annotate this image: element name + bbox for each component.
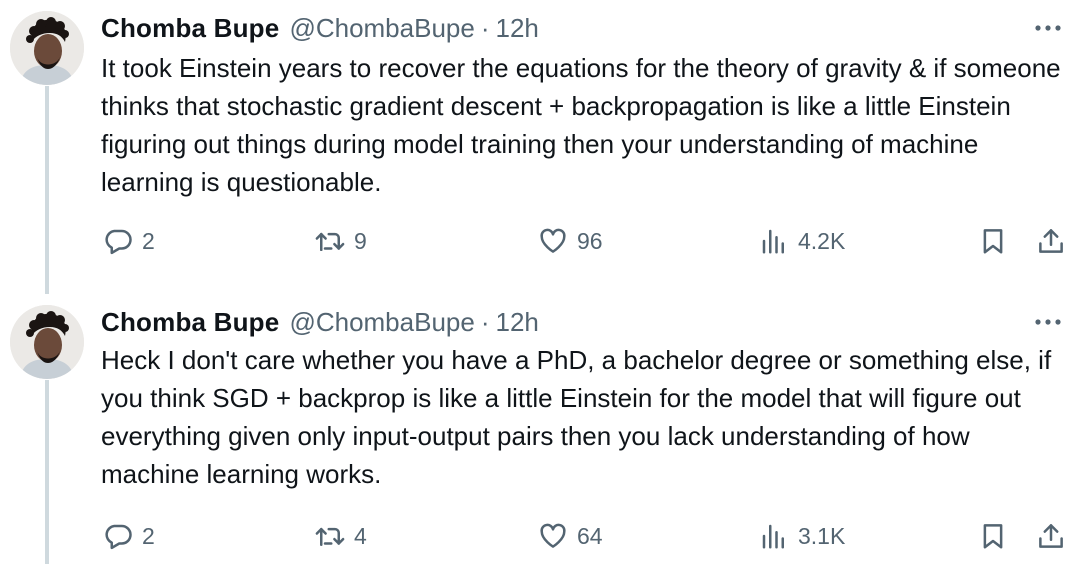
retweet-count: 4 — [354, 522, 367, 549]
more-button[interactable] — [1028, 12, 1068, 44]
timestamp[interactable]: 12h — [496, 307, 539, 338]
separator-dot: · — [480, 12, 490, 43]
more-button[interactable] — [1028, 306, 1068, 338]
author-handle[interactable]: @ChombaBupe — [289, 307, 474, 338]
avatar-image — [10, 11, 84, 85]
reply-button[interactable]: 2 — [103, 519, 155, 553]
share-button[interactable] — [1036, 519, 1066, 553]
share-upload-icon — [1039, 229, 1063, 253]
retweet-icon — [315, 232, 345, 251]
bookmark-icon — [983, 524, 1003, 549]
separator-dot: · — [480, 306, 490, 337]
views-button[interactable]: 4.2K — [759, 224, 845, 258]
avatar-image — [10, 305, 84, 379]
author-name[interactable]: Chomba Bupe — [101, 307, 279, 338]
reply-count: 2 — [142, 522, 155, 549]
like-count: 96 — [577, 227, 603, 254]
share-upload-icon — [1039, 524, 1063, 548]
heart-icon — [540, 523, 566, 548]
tweet[interactable]: Chomba Bupe @ChombaBupe · 12h Heck I don… — [0, 294, 1080, 564]
reply-button[interactable]: 2 — [103, 224, 155, 258]
tweet[interactable]: Chomba Bupe @ChombaBupe · 12h It took Ei… — [0, 0, 1080, 294]
view-count: 4.2K — [798, 227, 846, 254]
retweet-count: 9 — [354, 227, 367, 254]
author-name[interactable]: Chomba Bupe — [101, 13, 279, 44]
tweet-header: Chomba Bupe @ChombaBupe · 12h — [101, 305, 539, 339]
reply-count: 2 — [142, 227, 155, 254]
views-button[interactable]: 3.1K — [759, 519, 845, 553]
bookmark-button[interactable] — [978, 224, 1008, 258]
retweet-button[interactable]: 4 — [315, 519, 367, 553]
author-handle[interactable]: @ChombaBupe — [289, 13, 474, 44]
tweet-text: It took Einstein years to recover the eq… — [101, 53, 1068, 197]
more-horizontal-icon — [1035, 319, 1061, 325]
like-button[interactable]: 64 — [538, 519, 603, 553]
avatar[interactable] — [10, 11, 84, 85]
tweet-header: Chomba Bupe @ChombaBupe · 12h — [101, 11, 539, 45]
heart-icon — [540, 228, 566, 253]
share-button[interactable] — [1036, 224, 1066, 258]
timestamp[interactable]: 12h — [496, 13, 539, 44]
retweet-icon — [315, 527, 345, 546]
retweet-button[interactable]: 9 — [315, 224, 367, 258]
bookmark-icon — [983, 229, 1003, 254]
avatar[interactable] — [10, 305, 84, 379]
like-button[interactable]: 96 — [538, 224, 603, 258]
views-bar-chart-icon — [762, 229, 784, 254]
tweet-text: Heck I don't care whether you have a PhD… — [101, 345, 1059, 489]
thread-connector-line — [45, 86, 49, 294]
like-count: 64 — [577, 522, 603, 549]
views-bar-chart-icon — [762, 524, 784, 549]
reply-bubble-icon — [105, 524, 132, 550]
more-horizontal-icon — [1035, 25, 1061, 31]
reply-bubble-icon — [105, 229, 132, 255]
view-count: 3.1K — [798, 522, 846, 549]
bookmark-button[interactable] — [978, 519, 1008, 553]
thread-connector-line — [45, 380, 49, 564]
